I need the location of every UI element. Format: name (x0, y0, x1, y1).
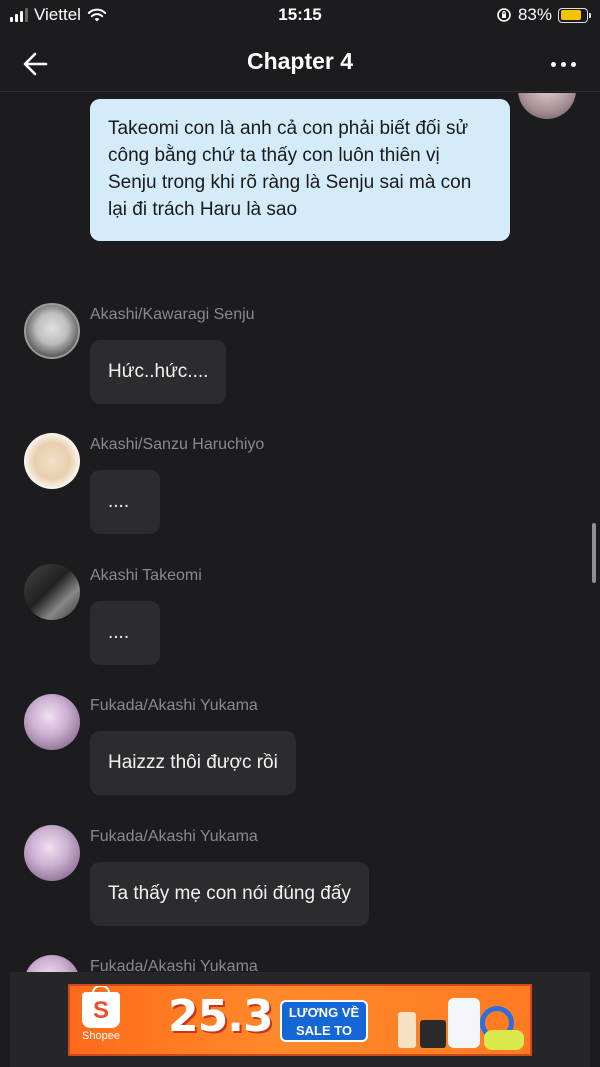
sender-name: Akashi/Kawaragi Senju (90, 306, 255, 323)
sender-name: Akashi/Sanzu Haruchiyo (90, 436, 265, 453)
avatar[interactable] (24, 564, 80, 620)
sender-name: Fukada/Akashi Yukama (90, 958, 258, 973)
message-bubble: .... (90, 601, 160, 665)
ad-date: 25.3 (168, 991, 274, 1042)
product-image (420, 1020, 446, 1048)
orientation-lock-icon (497, 8, 511, 22)
shopping-bag-icon: S (82, 986, 120, 1028)
ad-container: S Shopee 25.3 LƯƠNG VỀ SALE TO (10, 972, 590, 1067)
status-right: 83% (496, 5, 591, 25)
chat-thread[interactable]: Takeomi con là anh cả con phải biết đối … (0, 93, 600, 973)
battery-level (560, 10, 582, 20)
nav-bar: Chapter 4 (0, 34, 600, 92)
page-title: Chapter 4 (246, 48, 354, 74)
ad-badge-line2: SALE TO (295, 1023, 353, 1038)
status-bar: Viettel 15:15 83% (0, 0, 600, 34)
scrollbar[interactable] (592, 523, 596, 583)
shopee-logo: S Shopee (74, 986, 128, 1050)
avatar[interactable] (24, 303, 80, 359)
message-bubble: Haizzz thôi được rồi (90, 731, 296, 795)
battery-percent: 83% (517, 5, 552, 24)
sender-name: Fukada/Akashi Yukama (90, 828, 258, 845)
sender-name: Akashi Takeomi (90, 567, 202, 584)
more-options-button[interactable] (546, 50, 580, 78)
avatar[interactable] (24, 433, 80, 489)
product-image (398, 1012, 416, 1048)
message-bubble: Ta thấy mẹ con nói đúng đấy (90, 862, 369, 926)
more-horizontal-icon (550, 61, 556, 67)
message-bubble: .... (90, 470, 160, 534)
ad-badge: LƯƠNG VỀ SALE TO (280, 1000, 368, 1042)
ad-brand: Shopee (82, 1030, 120, 1042)
outgoing-message-bubble: Takeomi con là anh cả con phải biết đối … (90, 99, 510, 241)
sender-name: Fukada/Akashi Yukama (90, 697, 258, 714)
outgoing-avatar[interactable] (518, 93, 576, 119)
ad-product-images (388, 990, 528, 1052)
avatar[interactable] (24, 694, 80, 750)
product-image (484, 1030, 524, 1050)
ad-banner[interactable]: S Shopee 25.3 LƯƠNG VỀ SALE TO (68, 984, 532, 1056)
product-image (448, 998, 480, 1048)
avatar[interactable] (24, 955, 80, 973)
ad-badge-line1: LƯƠNG VỀ (288, 1005, 360, 1020)
avatar[interactable] (24, 825, 80, 881)
battery-icon (558, 7, 591, 23)
message-bubble: Hức..hức.... (90, 340, 227, 404)
